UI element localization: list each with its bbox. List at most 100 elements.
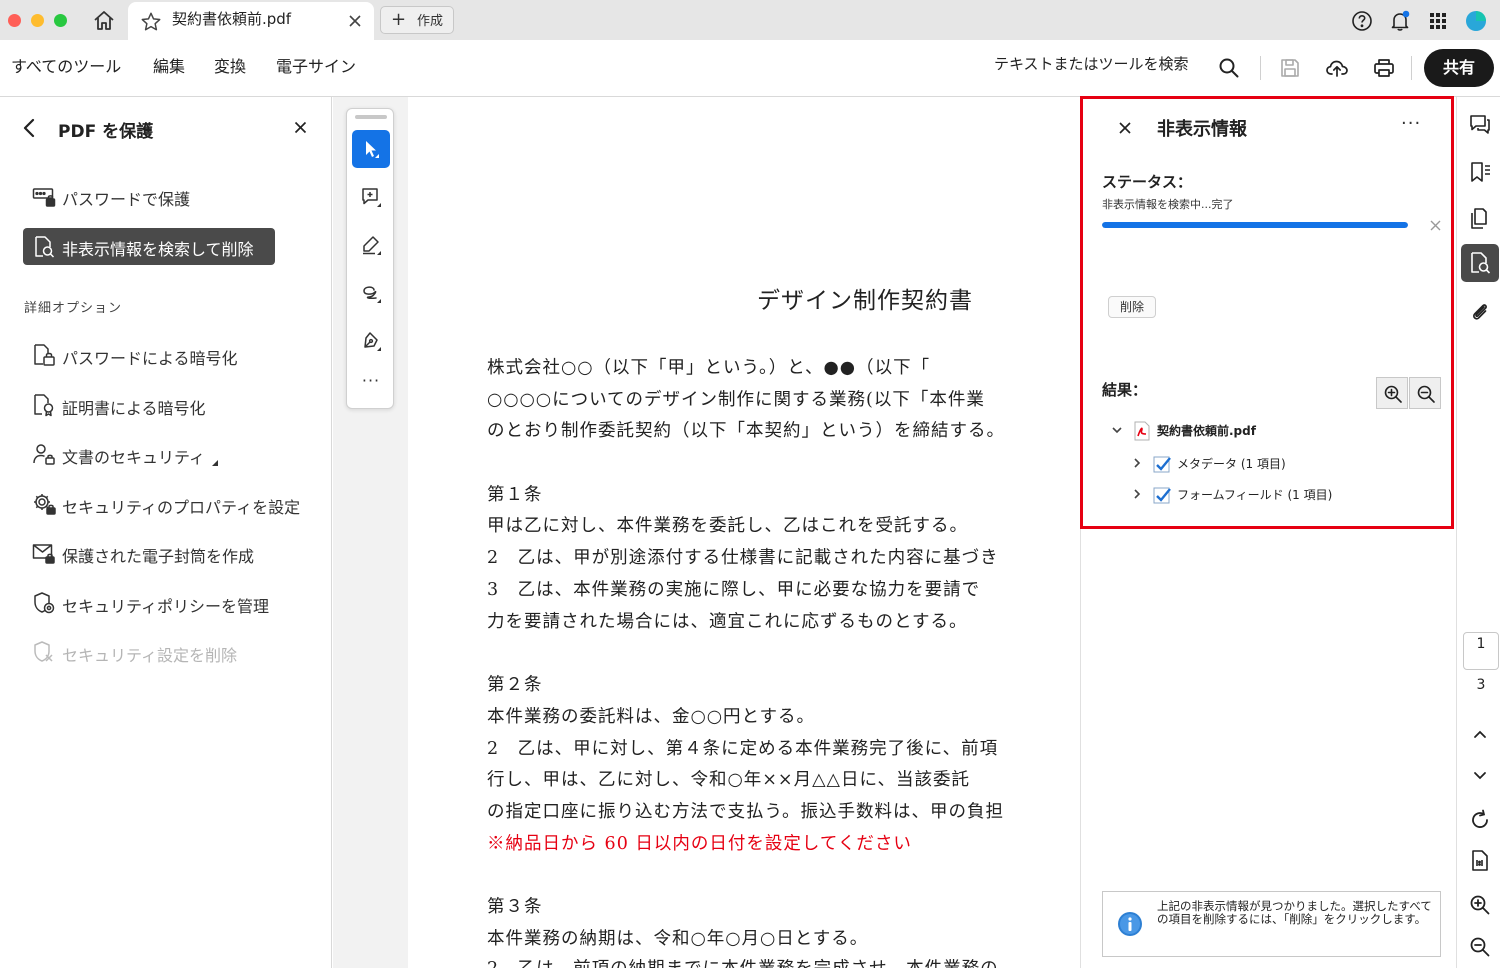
right-tool-rail: 1 3: [1456, 97, 1500, 968]
chevron-right-icon[interactable]: [1131, 457, 1143, 469]
shield-settings-icon: [34, 592, 55, 614]
rotate-icon[interactable]: [1468, 808, 1492, 832]
create-tab-label: 作成: [417, 14, 444, 29]
user-lock-icon: [33, 444, 55, 465]
window-zoom-button[interactable]: [54, 14, 67, 27]
checkbox-checked-icon[interactable]: [1153, 485, 1171, 505]
certificate-encryption-item[interactable]: 証明書による暗号化: [32, 393, 322, 418]
window-close-button[interactable]: [8, 14, 21, 27]
checkbox-checked-icon[interactable]: [1153, 454, 1171, 474]
document-note-red: ※納品日から 60 日以内の日付を設定してください: [487, 834, 912, 854]
certificate-lock-icon: [34, 394, 54, 417]
document-tab[interactable]: 契約書依頼前.pdf: [128, 2, 374, 40]
notification-bell-icon[interactable]: [1389, 10, 1411, 32]
document-line: 力を要請された場合には、適宜これに応ずるものとする。: [487, 612, 968, 632]
metadata-label: メタデータ (1 項目): [1177, 457, 1286, 471]
password-encryption-item[interactable]: パスワードによる暗号化: [32, 343, 322, 368]
item-label: セキュリティ設定を削除: [62, 646, 238, 665]
sign-tool-button[interactable]: [352, 322, 390, 360]
protect-with-password-item[interactable]: パスワードで保護: [32, 184, 322, 209]
highlight-tool-button[interactable]: [352, 226, 390, 264]
comments-icon[interactable]: [1468, 113, 1492, 137]
cloud-upload-icon[interactable]: [1325, 56, 1349, 80]
document-viewport[interactable]: デザイン制作契約書 株式会社○○（以下「甲」という。）と、●●（以下「 ○○○○…: [333, 97, 1080, 968]
actual-size-icon[interactable]: [1468, 849, 1492, 873]
apps-grid-icon[interactable]: [1427, 10, 1449, 32]
file-name: 契約書依頼前.pdf: [1157, 424, 1256, 438]
document-line: 行し、甲は、乙に対し、令和○年××月△△日に、当該委託: [487, 770, 970, 790]
menu-edit[interactable]: 編集: [153, 53, 185, 77]
chevron-right-icon[interactable]: [1131, 488, 1143, 500]
highlighter-icon: [363, 236, 381, 255]
drag-handle[interactable]: [355, 115, 387, 119]
document-line: 2 乙は、前項の納期までに本件業務を完成させ、本件業務の: [487, 955, 999, 968]
star-icon[interactable]: [140, 11, 162, 33]
delete-button[interactable]: 削除: [1108, 296, 1156, 318]
print-icon[interactable]: [1372, 56, 1396, 80]
cancel-search-icon[interactable]: [1430, 220, 1441, 231]
item-label: 非表示情報を検索して削除: [62, 240, 254, 259]
item-label: セキュリティポリシーを管理: [62, 597, 270, 616]
menu-convert[interactable]: 変換: [214, 53, 246, 77]
chevron-up-icon[interactable]: [1468, 723, 1492, 747]
bookmark-list-icon[interactable]: [1468, 160, 1492, 184]
find-remove-hidden-info-item[interactable]: 非表示情報を検索して削除: [23, 228, 275, 265]
menu-bar: すべてのツール 編集 変換 電子サイン テキストまたはツールを検索 共有: [0, 40, 1500, 97]
document-line: ○○○○についてのデザイン制作に関する業務(以下「本件業: [487, 390, 985, 410]
secure-envelope-item[interactable]: 保護された電子封筒を作成: [32, 541, 322, 566]
document-line: 第１条: [487, 485, 543, 505]
quick-tools-toolbar: ···: [346, 108, 394, 409]
chevron-down-icon[interactable]: [1111, 424, 1123, 436]
status-text: 非表示情報を検索中...完了: [1102, 198, 1234, 211]
tool-search-label[interactable]: テキストまたはツールを検索: [994, 53, 1189, 74]
tab-title: 契約書依頼前.pdf: [172, 10, 292, 28]
security-properties-item[interactable]: セキュリティのプロパティを設定: [32, 492, 322, 517]
document-line: 2 乙は、甲に対し、第４条に定める本件業務完了後に、前項: [487, 739, 999, 759]
more-options-button[interactable]: ···: [1401, 113, 1421, 134]
share-button[interactable]: 共有: [1424, 49, 1494, 87]
document-search-icon[interactable]: [1468, 251, 1492, 275]
tree-metadata-node[interactable]: メタデータ (1 項目): [1131, 453, 1421, 475]
zoom-in-icon[interactable]: [1468, 893, 1492, 917]
manage-security-policies-item[interactable]: セキュリティポリシーを管理: [32, 591, 322, 616]
current-page-field[interactable]: 1: [1463, 632, 1499, 670]
zoom-out-button[interactable]: [1409, 377, 1441, 409]
item-label: 証明書による暗号化: [62, 399, 206, 418]
total-pages: 3: [1476, 677, 1486, 693]
info-icon: [1118, 912, 1142, 936]
close-icon[interactable]: [294, 121, 307, 134]
zoom-out-icon: [1417, 385, 1435, 403]
menu-e-sign[interactable]: 電子サイン: [276, 53, 356, 77]
document-security-item[interactable]: 文書のセキュリティ: [32, 442, 322, 467]
hidden-info-panel: 非表示情報 ··· ステータス： 非表示情報を検索中...完了 削除 結果： 契…: [1080, 97, 1455, 968]
back-arrow-icon[interactable]: [20, 117, 38, 139]
pages-icon[interactable]: [1468, 207, 1492, 231]
pdf-file-icon: [1134, 421, 1150, 441]
draw-tool-button[interactable]: [352, 274, 390, 312]
paperclip-icon[interactable]: [1468, 300, 1492, 324]
chevron-down-icon[interactable]: [1468, 763, 1492, 787]
help-icon[interactable]: [1351, 10, 1373, 32]
avatar[interactable]: [1465, 10, 1487, 32]
envelope-lock-icon: [32, 544, 55, 564]
zoom-in-button[interactable]: [1376, 377, 1408, 409]
item-label: パスワードで保護: [62, 190, 191, 209]
select-tool-button[interactable]: [352, 130, 390, 168]
create-tab-button[interactable]: + 作成: [380, 6, 454, 34]
menu-all-tools[interactable]: すべてのツール: [11, 53, 121, 77]
tree-form-fields-node[interactable]: フォームフィールド (1 項目): [1131, 484, 1421, 506]
more-tools-button[interactable]: ···: [352, 371, 390, 395]
document-line: 3 乙は、本件業務の実施に際し、甲に必要な協力を要請で: [487, 580, 981, 600]
password-field-lock-icon: [32, 188, 56, 207]
add-comment-button[interactable]: [352, 178, 390, 216]
home-icon[interactable]: [92, 9, 116, 33]
tree-file-node[interactable]: 契約書依頼前.pdf: [1111, 420, 1411, 442]
save-icon[interactable]: [1278, 56, 1302, 80]
search-progress-bar: [1102, 222, 1408, 228]
close-icon[interactable]: [348, 14, 362, 28]
close-icon[interactable]: [1119, 122, 1131, 134]
zoom-out-icon[interactable]: [1468, 935, 1492, 959]
window-minimize-button[interactable]: [31, 14, 44, 27]
search-icon[interactable]: [1217, 56, 1241, 80]
document-line: 株式会社○○（以下「甲」という。）と、●●（以下「: [487, 358, 931, 378]
